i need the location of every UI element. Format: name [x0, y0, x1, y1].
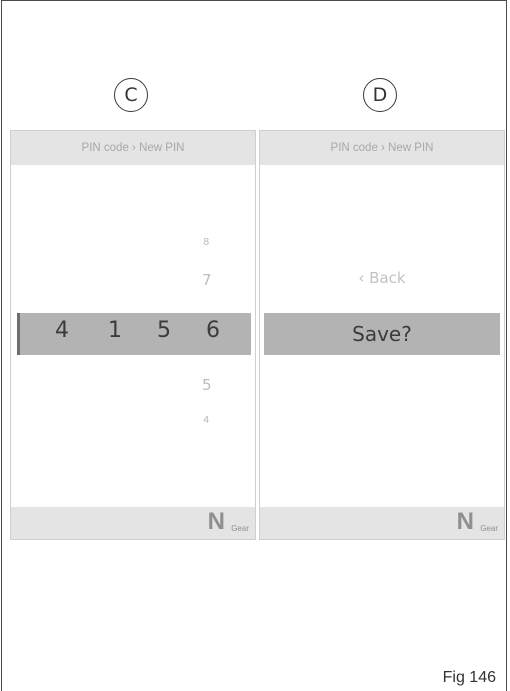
breadcrumb: PIN code › New PIN	[260, 131, 504, 165]
panel-d-label: D	[363, 78, 397, 112]
pin-digit-1[interactable]: 4	[55, 318, 69, 343]
panel-c-label: C	[114, 78, 148, 112]
status-bar: N Gear	[260, 507, 504, 539]
gear-indicator: N	[207, 508, 225, 535]
scroll-value-below: 5	[202, 376, 212, 394]
figure-caption: Fig 146	[442, 669, 496, 686]
scroll-value-above-far: 8	[203, 237, 210, 248]
pin-digit-3[interactable]: 5	[157, 318, 171, 343]
pin-digit-4[interactable]: 6	[206, 318, 220, 343]
breadcrumb: PIN code › New PIN	[11, 131, 255, 165]
gear-label: Gear	[231, 524, 249, 533]
panel-d-screen: PIN code › New PIN ‹ Back Save? N Gear	[259, 130, 505, 540]
scroll-value-above: 7	[202, 271, 212, 289]
save-button[interactable]: Save?	[264, 313, 500, 355]
back-button[interactable]: ‹ Back	[260, 269, 504, 287]
scroll-value-below-far: 4	[203, 415, 210, 426]
panel-c-screen: PIN code › New PIN 8 7 4 1 5 6 5 4 N Gea…	[10, 130, 256, 540]
gear-indicator: N	[456, 508, 474, 535]
pin-digit-2[interactable]: 1	[108, 318, 122, 343]
status-bar: N Gear	[11, 507, 255, 539]
gear-label: Gear	[480, 524, 498, 533]
pin-entry-bar[interactable]: 4 1 5 6	[17, 313, 251, 355]
